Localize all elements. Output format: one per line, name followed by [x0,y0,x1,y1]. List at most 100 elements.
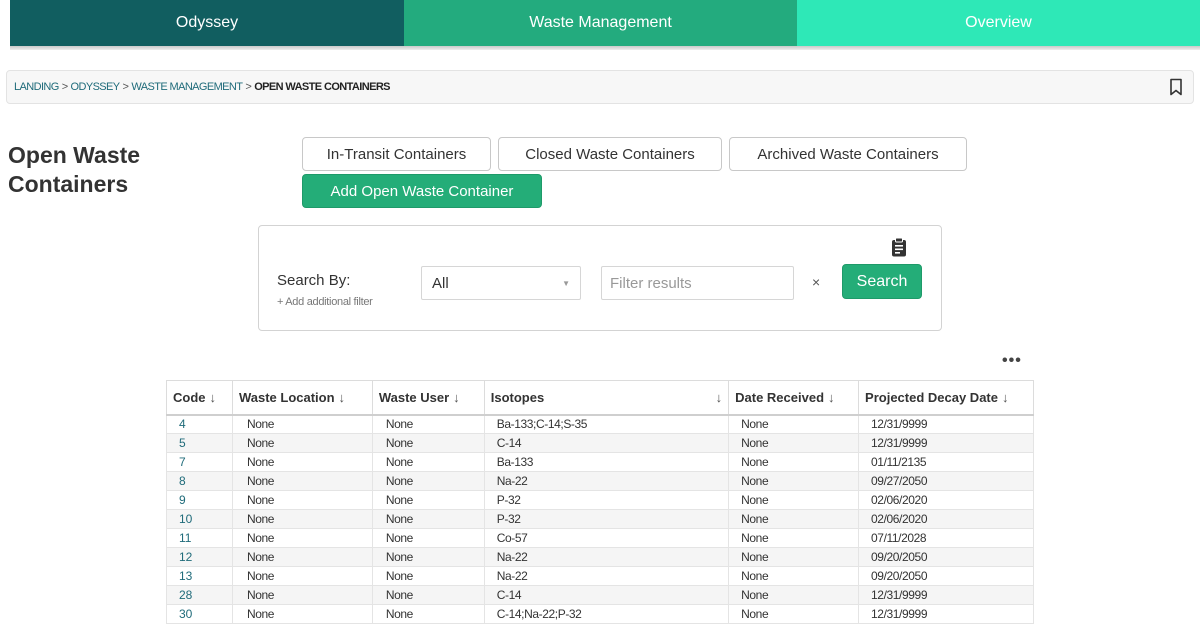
sort-arrow-icon: ↓ [338,389,346,405]
cell-code[interactable]: 4 [166,414,233,434]
cell-date-received: None [728,414,860,434]
cell-code[interactable]: 12 [166,547,233,567]
search-button[interactable]: Search [842,264,922,299]
cell-code[interactable]: 13 [166,566,233,586]
cell-date-received: None [728,547,860,567]
cell-waste-location: None [231,414,373,434]
header-label: Code [173,389,206,405]
cell-waste-location: None [231,604,373,624]
table-row: 10 None None P-32 None 02/06/2020 [166,509,1034,529]
cell-date-received: None [728,471,860,491]
search-by-label: Search By: [277,272,351,289]
bookmark-icon[interactable] [1169,78,1183,96]
breadcrumb-separator: > [245,81,252,93]
cell-waste-user: None [371,471,485,491]
header-label: Waste User [378,389,450,405]
cell-waste-user: None [371,566,485,586]
table-row: 11 None None Co-57 None 07/11/2028 [166,528,1034,548]
tab-odyssey[interactable]: Odyssey [10,0,404,46]
header-waste-location[interactable]: Waste Location ↓ [231,380,373,416]
nav-divider [10,46,1200,50]
cell-waste-location: None [231,433,373,453]
clipboard-icon[interactable] [891,237,907,257]
cell-date-received: None [728,528,860,548]
cell-waste-location: None [231,528,373,548]
cell-waste-user: None [371,585,485,605]
table-body: 4 None None Ba-133;C-14;S-35 None 12/31/9999 5… [166,414,1034,624]
cell-waste-location: None [231,452,373,472]
cell-projected-decay-date: 02/06/2020 [858,490,1034,510]
cell-projected-decay-date: 09/27/2050 [858,471,1034,491]
cell-isotopes: C-14 [483,433,730,453]
cell-waste-user: None [371,452,485,472]
header-label: Waste Location [238,389,335,405]
header-label: Projected Decay Date [865,389,998,405]
header-label: Date Received [735,389,825,405]
cell-projected-decay-date: 02/06/2020 [858,509,1034,529]
cell-isotopes: Co-57 [483,528,730,548]
cell-waste-user: None [371,509,485,529]
clear-filter-icon[interactable]: × [812,274,820,290]
cell-waste-user: None [371,547,485,567]
cell-code[interactable]: 28 [166,585,233,605]
cell-isotopes: Ba-133;C-14;S-35 [483,414,730,434]
filter-results-input[interactable] [601,266,794,300]
add-open-waste-container-button[interactable]: Add Open Waste Container [302,174,542,208]
cell-isotopes: Ba-133 [483,452,730,472]
table-row: 5 None None C-14 None 12/31/9999 [166,433,1034,453]
table-row: 30 None None C-14;Na-22;P-32 None 12/31/9999 [166,604,1034,624]
cell-code[interactable]: 30 [166,604,233,624]
header-code[interactable]: Code ↓ [166,380,233,416]
breadcrumb-separator: > [61,81,68,93]
select-value: All [432,275,449,292]
cell-isotopes: C-14 [483,585,730,605]
cell-code[interactable]: 5 [166,433,233,453]
sort-arrow-icon: ↓ [715,389,723,405]
cell-projected-decay-date: 12/31/9999 [858,414,1034,434]
cell-projected-decay-date: 12/31/9999 [858,604,1034,624]
more-options-icon[interactable]: ••• [1002,352,1022,370]
cell-code[interactable]: 9 [166,490,233,510]
header-label: Isotopes [490,389,545,405]
table-row: 4 None None Ba-133;C-14;S-35 None 12/31/9999 [166,414,1034,434]
breadcrumb-waste-management[interactable]: WASTE MANAGEMENT [131,81,243,93]
archived-waste-containers-button[interactable]: Archived Waste Containers [729,137,967,171]
cell-code[interactable]: 11 [166,528,233,548]
table-row: 13 None None Na-22 None 09/20/2050 [166,566,1034,586]
sort-arrow-icon: ↓ [828,389,835,405]
cell-waste-location: None [231,547,373,567]
tab-waste-management[interactable]: Waste Management [404,0,797,46]
breadcrumb: LANDING > ODYSSEY > WASTE MANAGEMENT > O… [6,70,1194,104]
header-waste-user[interactable]: Waste User ↓ [371,380,485,416]
containers-table: Code ↓ Waste Location ↓ Waste User ↓ Isotop… [166,380,1034,624]
cell-projected-decay-date: 09/20/2050 [858,547,1034,567]
cell-date-received: None [728,585,860,605]
closed-waste-containers-button[interactable]: Closed Waste Containers [498,137,722,171]
caret-down-icon: ▼ [562,279,570,288]
cell-projected-decay-date: 09/20/2050 [858,566,1034,586]
cell-isotopes: C-14;Na-22;P-32 [483,604,730,624]
breadcrumb-odyssey[interactable]: ODYSSEY [71,81,121,93]
breadcrumb-landing[interactable]: LANDING [14,81,59,93]
cell-code[interactable]: 7 [166,452,233,472]
cell-projected-decay-date: 12/31/9999 [858,433,1034,453]
cell-isotopes: P-32 [483,509,730,529]
cell-date-received: None [728,566,860,586]
cell-code[interactable]: 10 [166,509,233,529]
cell-waste-user: None [371,528,485,548]
add-filter-link[interactable]: + Add additional filter [277,296,373,308]
in-transit-containers-button[interactable]: In-Transit Containers [302,137,491,171]
header-projected-decay-date[interactable]: Projected Decay Date ↓ [858,380,1034,416]
cell-date-received: None [728,604,860,624]
header-isotopes[interactable]: Isotopes ↓ [483,380,730,416]
tab-overview[interactable]: Overview [797,0,1200,46]
table-row: 12 None None Na-22 None 09/20/2050 [166,547,1034,567]
page-title: Open Waste Containers [8,142,141,197]
cell-code[interactable]: 8 [166,471,233,491]
cell-date-received: None [728,452,860,472]
cell-projected-decay-date: 01/11/2135 [858,452,1034,472]
search-field-select[interactable]: All ▼ [421,266,581,300]
header-date-received[interactable]: Date Received ↓ [728,380,860,416]
breadcrumb-separator: > [122,81,129,93]
cell-projected-decay-date: 12/31/9999 [858,585,1034,605]
